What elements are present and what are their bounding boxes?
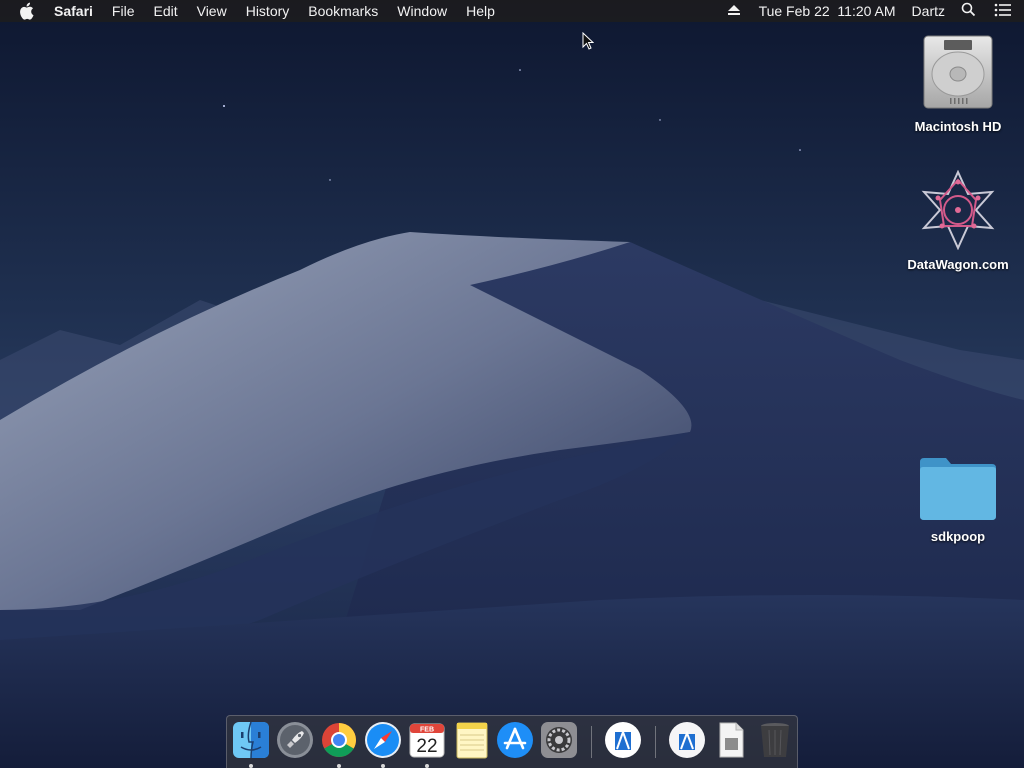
safari-icon <box>363 722 403 764</box>
mouse-cursor-icon <box>582 31 595 50</box>
calendar-icon: FEB 22 <box>407 723 447 764</box>
calendar-day: 22 <box>416 736 437 757</box>
desktop-icon-sdkpoop[interactable]: sdkpoop <box>898 454 1018 544</box>
menu-bar: Safari File Edit View History Bookmarks … <box>0 0 1024 22</box>
dock-item-downloads-stack[interactable] <box>667 720 707 760</box>
apple-menu-icon[interactable] <box>18 2 36 20</box>
dock-item-instruments[interactable] <box>603 720 643 760</box>
menu-app-name[interactable]: Safari <box>54 0 93 22</box>
dock-item-launchpad[interactable] <box>275 720 315 760</box>
spotlight-search-icon[interactable] <box>961 2 976 20</box>
instruments-icon <box>603 722 643 764</box>
menu-view[interactable]: View <box>197 0 227 22</box>
dock-item-notes[interactable] <box>451 720 491 760</box>
menu-edit[interactable]: Edit <box>153 0 177 22</box>
dock-item-calendar[interactable]: FEB 22 <box>407 720 447 768</box>
eject-icon[interactable] <box>727 3 741 19</box>
notes-icon <box>451 722 491 764</box>
launchpad-icon <box>275 722 315 764</box>
desktop-icon-label: sdkpoop <box>930 529 986 544</box>
mojave-dunes-illustration <box>0 0 1024 768</box>
dock: FEB 22 <box>226 715 798 768</box>
dock-item-system-preferences[interactable] <box>539 720 579 760</box>
trash-icon <box>755 723 795 764</box>
system-preferences-icon <box>539 722 579 764</box>
dock-item-trash[interactable] <box>755 720 795 760</box>
dock-separator <box>655 726 656 758</box>
app-store-icon <box>495 722 535 764</box>
dock-item-documents-stack[interactable] <box>711 720 751 760</box>
datawagon-star-icon <box>898 169 1018 253</box>
hard-drive-icon <box>898 34 1018 115</box>
downloads-stack-icon <box>667 722 707 764</box>
desktop-wallpaper <box>0 0 1024 768</box>
desktop-icon-label: DataWagon.com <box>907 257 1009 272</box>
desktop-icon-datawagon[interactable]: DataWagon.com <box>898 169 1018 272</box>
desktop-icon-macintosh-hd[interactable]: Macintosh HD <box>898 34 1018 134</box>
running-indicator <box>381 764 385 768</box>
menu-file[interactable]: File <box>112 0 135 22</box>
running-indicator <box>425 764 429 768</box>
dock-item-app-store[interactable] <box>495 720 535 760</box>
documents-stack-icon <box>711 722 751 764</box>
menu-bar-extras: Tue Feb 22 11:20 AM Dartz <box>727 0 1024 22</box>
running-indicator <box>249 764 253 768</box>
menu-bookmarks[interactable]: Bookmarks <box>308 0 378 22</box>
menu-clock[interactable]: Tue Feb 22 11:20 AM <box>759 3 896 19</box>
folder-icon <box>898 454 1018 525</box>
notification-center-icon[interactable] <box>994 3 1012 20</box>
dock-separator <box>591 726 592 758</box>
menu-window[interactable]: Window <box>397 0 447 22</box>
finder-icon <box>231 721 271 764</box>
dock-item-chrome[interactable] <box>319 720 359 768</box>
chrome-icon <box>319 723 359 764</box>
desktop-icon-label: Macintosh HD <box>914 119 1002 134</box>
running-indicator <box>337 764 341 768</box>
dock-item-safari[interactable] <box>363 720 403 768</box>
menu-history[interactable]: History <box>246 0 290 22</box>
calendar-month: FEB <box>420 727 434 734</box>
menu-help[interactable]: Help <box>466 0 495 22</box>
dock-item-finder[interactable] <box>231 720 271 768</box>
menu-user-name[interactable]: Dartz <box>912 3 945 19</box>
